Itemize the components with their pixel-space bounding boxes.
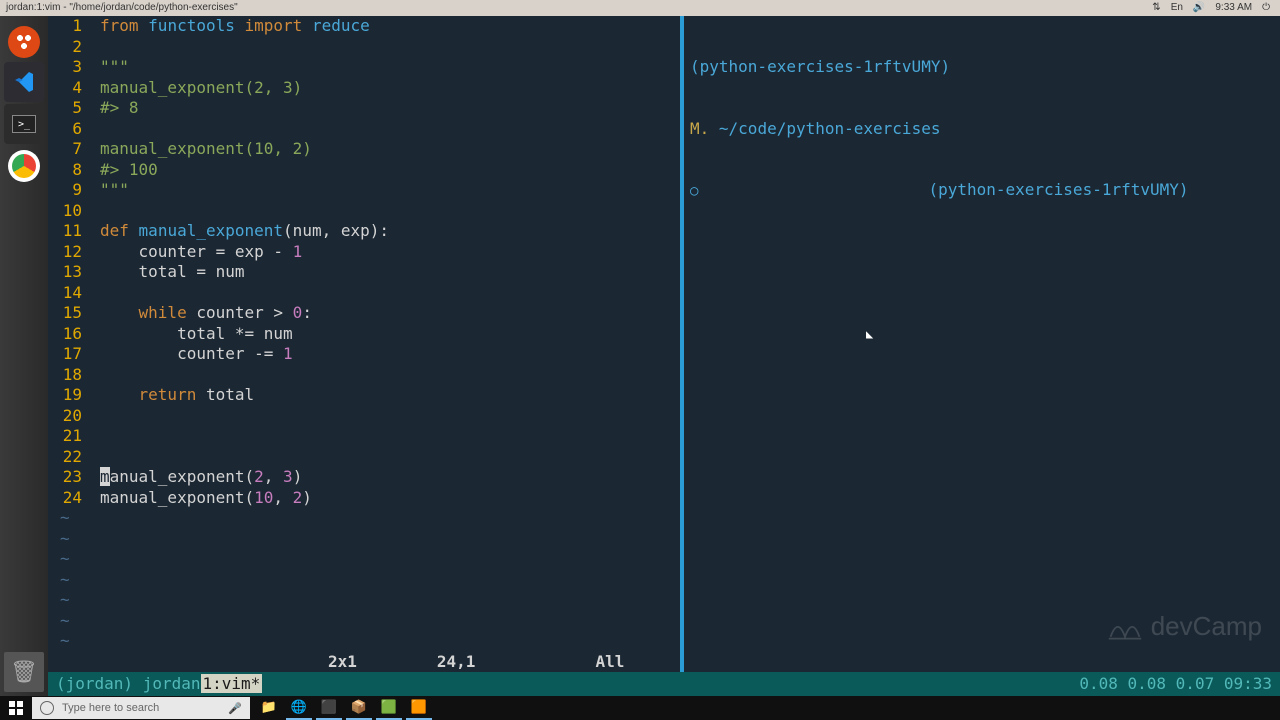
vim-left-pane[interactable]: 123456789101112131415161718192021222324 … xyxy=(48,16,680,672)
line-number-gutter: 123456789101112131415161718192021222324 xyxy=(48,16,90,508)
prompt-env-name: (python-exercises-1rftvUMY) xyxy=(928,180,1188,199)
tmux-session-name: (jordan) jordan xyxy=(56,674,201,693)
vim-col-indicator: 2x1 xyxy=(328,652,357,672)
taskbar-search-input[interactable]: Type here to search xyxy=(32,697,250,719)
vim-statusline-left: 2x1 24,1 All xyxy=(48,652,680,672)
taskbar-app-icon-1[interactable]: ⬛ xyxy=(316,696,342,720)
vscode-icon[interactable] xyxy=(4,62,44,102)
shell-right-pane[interactable]: (python-exercises-1rftvUMY) M. ~/code/py… xyxy=(684,16,1280,672)
cwd-path: ~/code/python-exercises xyxy=(719,119,941,138)
code-buffer[interactable]: from functools import reduce"""manual_ex… xyxy=(100,16,389,508)
tmux-loadavg-clock: 0.08 0.08 0.07 09:33 xyxy=(1079,672,1272,696)
windows-taskbar: Type here to search 📁 🌐 ⬛ 📦 🟩 🟧 xyxy=(0,696,1280,720)
git-modified-indicator: M. xyxy=(690,119,709,138)
taskbar-chrome-icon[interactable]: 🌐 xyxy=(286,696,312,720)
terminal-window: 123456789101112131415161718192021222324 … xyxy=(48,16,1280,696)
network-icon[interactable]: ⇅ xyxy=(1152,0,1160,16)
trash-icon[interactable]: 🗑 xyxy=(4,652,44,692)
taskbar-pinned-apps: 📁 🌐 ⬛ 📦 🟩 🟧 xyxy=(256,696,432,720)
devcamp-watermark: devCamp xyxy=(1107,608,1262,644)
devcamp-text: devCamp xyxy=(1151,616,1262,637)
vim-cursor-position: 24,1 xyxy=(437,652,476,672)
sound-icon[interactable]: 🔊 xyxy=(1193,0,1205,16)
start-button[interactable] xyxy=(0,696,32,720)
taskbar-app-icon-2[interactable]: 📦 xyxy=(346,696,372,720)
prompt-symbol: ○ xyxy=(690,183,698,199)
dash-icon[interactable] xyxy=(4,20,44,60)
vim-scroll-position: All xyxy=(595,652,624,672)
search-placeholder: Type here to search xyxy=(62,702,159,714)
window-title: jordan:1:vim - "/home/jordan/code/python… xyxy=(6,0,238,16)
keyboard-lang[interactable]: En xyxy=(1171,0,1183,16)
taskbar-explorer-icon[interactable]: 📁 xyxy=(256,696,282,720)
tmux-status-bar: (jordan) jordan1:vim* 0.08 0.08 0.07 09:… xyxy=(48,672,1280,696)
power-icon[interactable]: ⏻ xyxy=(1262,0,1270,16)
clock[interactable]: 9:33 AM xyxy=(1215,0,1252,16)
tmux-active-window[interactable]: 1:vim* xyxy=(201,674,263,693)
chrome-icon[interactable] xyxy=(4,146,44,186)
taskbar-app-icon-3[interactable]: 🟩 xyxy=(376,696,402,720)
unity-dock: >_ xyxy=(0,16,48,696)
taskbar-camtasia-icon[interactable]: 🟧 xyxy=(406,696,432,720)
virtualenv-name: (python-exercises-1rftvUMY) xyxy=(690,57,1280,78)
system-tray: ⇅ En 🔊 9:33 AM ⏻ xyxy=(1152,0,1280,16)
mouse-pointer: ◣ xyxy=(866,324,873,345)
vim-tilde-lines: ~~~~~~~ xyxy=(48,508,90,652)
window-titlebar: jordan:1:vim - "/home/jordan/code/python… xyxy=(0,0,1280,16)
cortana-circle-icon xyxy=(40,701,54,715)
terminal-icon[interactable]: >_ xyxy=(4,104,44,144)
